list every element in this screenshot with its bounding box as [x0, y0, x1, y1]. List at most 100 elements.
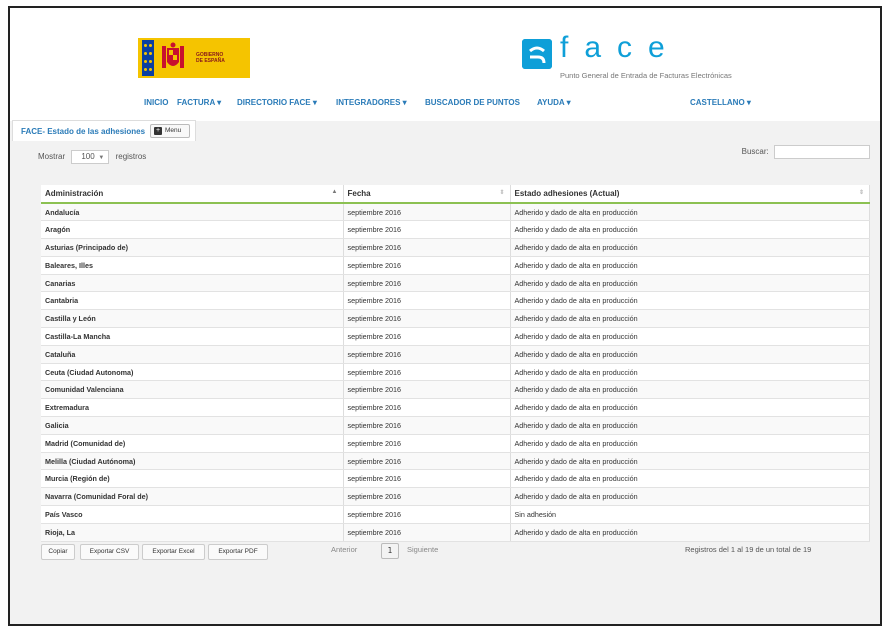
- table-body: Andalucía septiembre 2016 Adherido y dado …: [41, 203, 870, 542]
- cell-fecha: septiembre 2016: [343, 220, 511, 240]
- cell-estado: Adherido y dado de alta en producción: [510, 309, 870, 329]
- cell-fecha: septiembre 2016: [343, 434, 511, 453]
- search-control: Buscar:: [742, 145, 870, 159]
- cell-administracion: Aragón: [41, 220, 344, 240]
- eu-flag-icon: [142, 40, 154, 76]
- gobierno-de-espana-logo[interactable]: GOBIERNO DE ESPAÑA: [138, 38, 250, 78]
- pagination-next[interactable]: Siguiente: [407, 545, 438, 554]
- cell-fecha: septiembre 2016: [343, 398, 511, 418]
- cell-estado: Adherido y dado de alta en producción: [510, 345, 870, 364]
- cell-estado: Adherido y dado de alta en producción: [510, 452, 870, 471]
- table-info: Registros del 1 al 19 de un total de 19: [685, 545, 812, 554]
- search-input[interactable]: [774, 145, 870, 159]
- cell-fecha: septiembre 2016: [343, 327, 511, 346]
- table-row: Navarra (Comunidad Foral de) septiembre 2…: [41, 487, 870, 507]
- face-logo-icon: [522, 39, 552, 69]
- cell-administracion: Canarias: [41, 274, 344, 293]
- menu-button-label: Menu: [165, 127, 182, 134]
- cell-estado: Adherido y dado de alta en producción: [510, 434, 870, 453]
- menu-button[interactable]: + Menu: [150, 124, 190, 138]
- sort-icon: ⇕: [858, 190, 864, 196]
- table-row: Canarias septiembre 2016 Adherido y dado d…: [41, 274, 870, 293]
- gov-logo-text: GOBIERNO DE ESPAÑA: [196, 52, 225, 64]
- cell-estado: Adherido y dado de alta en producción: [510, 291, 870, 311]
- table-row: Rioja, La septiembre 2016 Adherido y dado …: [41, 523, 870, 542]
- table-row: Madrid (Comunidad de) septiembre 2016 Adhe…: [41, 434, 870, 453]
- table-row: Cantabria septiembre 2016 Adherido y dado …: [41, 291, 870, 311]
- plus-icon: +: [154, 127, 162, 135]
- cell-administracion: Murcia (Región de): [41, 469, 344, 489]
- nav-directorio-face[interactable]: DIRECTORIO FACE ▾: [237, 98, 317, 107]
- column-header-label: Estado adhesiones (Actual): [514, 189, 620, 198]
- table-row: Castilla-La Mancha septiembre 2016 Adherid…: [41, 327, 870, 346]
- cell-estado: Adherido y dado de alta en producción: [510, 203, 870, 222]
- export-pdf-button[interactable]: Exportar PDF: [208, 544, 268, 560]
- search-label: Buscar:: [741, 147, 769, 157]
- cell-administracion: Baleares, Illes: [41, 256, 344, 275]
- cell-fecha: septiembre 2016: [343, 416, 511, 435]
- column-header-label: Administración: [45, 189, 104, 198]
- export-excel-button[interactable]: Exportar Excel: [142, 544, 205, 560]
- nav-integradores[interactable]: INTEGRADORES ▾: [336, 98, 407, 107]
- table-row: Baleares, Illes septiembre 2016 Adherido y…: [41, 256, 870, 275]
- sort-asc-icon: ▲: [331, 189, 338, 195]
- cell-administracion: Ceuta (Ciudad Autonoma): [41, 363, 344, 382]
- main-nav: INICIO FACTURA ▾ DIRECTORIO FACE ▾ INTEG…: [10, 98, 880, 114]
- column-header-administracion[interactable]: Administración ▲: [41, 185, 344, 204]
- cell-administracion: Castilla-La Mancha: [41, 327, 344, 346]
- column-header-label: Fecha: [347, 189, 371, 198]
- cell-administracion: País Vasco: [41, 505, 344, 524]
- nav-factura[interactable]: FACTURA ▾: [177, 98, 221, 107]
- cell-fecha: septiembre 2016: [343, 505, 511, 524]
- chevron-down-icon: ▼: [98, 155, 105, 161]
- table-row: Ceuta (Ciudad Autonoma) septiembre 2016 Ad…: [41, 363, 870, 382]
- sort-icon: ⇕: [499, 190, 505, 196]
- cell-administracion: Melilla (Ciudad Autónoma): [41, 452, 344, 471]
- table-header-row: Administración ▲ Fecha ⇕ Estado adhesion…: [41, 185, 870, 204]
- pagination-previous[interactable]: Anterior: [331, 545, 357, 554]
- cell-administracion: Navarra (Comunidad Foral de): [41, 487, 344, 507]
- column-header-estado[interactable]: Estado adhesiones (Actual) ⇕: [510, 185, 870, 204]
- table-row: País Vasco septiembre 2016 Sin adhesión: [41, 505, 870, 524]
- cell-fecha: septiembre 2016: [343, 523, 511, 542]
- pagination-page-1[interactable]: 1: [381, 543, 399, 559]
- nav-inicio[interactable]: INICIO: [144, 98, 168, 107]
- cell-estado: Adherido y dado de alta en producción: [510, 469, 870, 489]
- table-row: Melilla (Ciudad Autónoma) septiembre 2016…: [41, 452, 870, 471]
- length-select[interactable]: 100 ▼: [71, 150, 110, 164]
- cell-administracion: Extremadura: [41, 398, 344, 418]
- cell-fecha: septiembre 2016: [343, 345, 511, 364]
- copy-button[interactable]: Copiar: [41, 544, 75, 560]
- table-row: Castilla y León septiembre 2016 Adherido y…: [41, 309, 870, 329]
- length-suffix: registros: [115, 152, 147, 162]
- length-prefix: Mostrar: [38, 152, 66, 162]
- export-csv-button[interactable]: Exportar CSV: [80, 544, 139, 560]
- cell-estado: Sin adhesión: [510, 505, 870, 524]
- cell-fecha: septiembre 2016: [343, 380, 511, 400]
- nav-buscador-de-puntos[interactable]: BUSCADOR DE PUNTOS: [425, 98, 520, 107]
- cell-fecha: septiembre 2016: [343, 256, 511, 275]
- table-row: Cataluña septiembre 2016 Adherido y dado d…: [41, 345, 870, 364]
- cell-estado: Adherido y dado de alta en producción: [510, 274, 870, 293]
- length-control: Mostrar 100 ▼ registros: [38, 150, 146, 164]
- table-row: Galicia septiembre 2016 Adherido y dado de…: [41, 416, 870, 435]
- table-row: Comunidad Valenciana septiembre 2016 Adher…: [41, 380, 870, 400]
- cell-fecha: septiembre 2016: [343, 274, 511, 293]
- cell-fecha: septiembre 2016: [343, 309, 511, 329]
- cell-estado: Adherido y dado de alta en producción: [510, 416, 870, 435]
- nav-ayuda[interactable]: AYUDA ▾: [537, 98, 571, 107]
- cell-administracion: Galicia: [41, 416, 344, 435]
- site-header: GOBIERNO DE ESPAÑA face Punto General de…: [10, 8, 880, 121]
- column-header-fecha[interactable]: Fecha ⇕: [343, 185, 511, 204]
- cell-estado: Adherido y dado de alta en producción: [510, 398, 870, 418]
- nav-language-select[interactable]: CASTELLANO ▾: [690, 98, 751, 107]
- cell-estado: Adherido y dado de alta en producción: [510, 220, 870, 240]
- table-row: Extremadura septiembre 2016 Adherido y dad…: [41, 398, 870, 418]
- face-logo-word: face: [560, 31, 681, 64]
- gov-logo-line2: DE ESPAÑA: [196, 58, 225, 64]
- cell-administracion: Rioja, La: [41, 523, 344, 542]
- cell-fecha: septiembre 2016: [343, 469, 511, 489]
- cell-estado: Adherido y dado de alta en producción: [510, 487, 870, 507]
- cell-administracion: Asturias (Principado de): [41, 238, 344, 257]
- panel-tab: FACE- Estado de las adhesiones + Menu: [12, 120, 196, 141]
